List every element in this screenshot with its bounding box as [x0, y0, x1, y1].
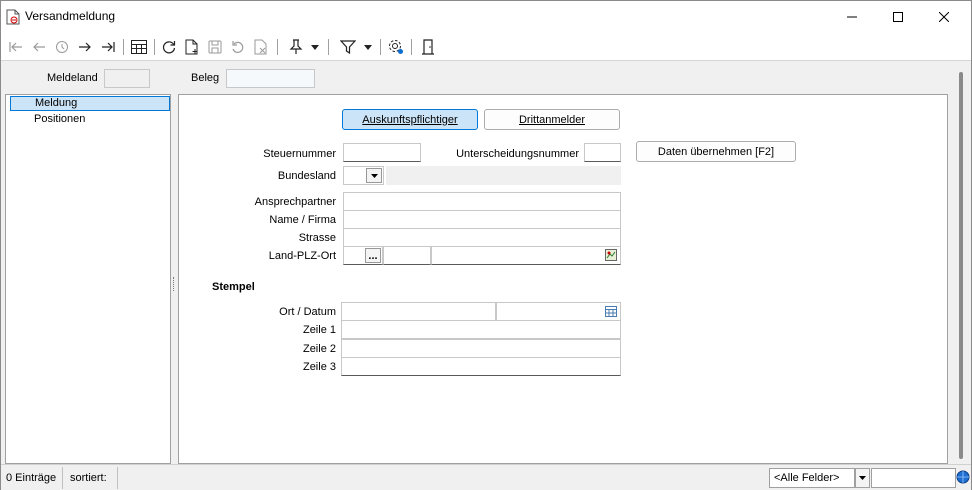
- unterscheidungsnummer-label: Unterscheidungsnummer: [456, 148, 579, 160]
- meldeland-label: Meldeland: [47, 72, 98, 84]
- stempel-datum-input[interactable]: [496, 302, 621, 321]
- ort-datum-label: Ort / Datum: [279, 306, 336, 318]
- tree-item-label: Positionen: [34, 113, 86, 125]
- steuernummer-label: Steuernummer: [263, 148, 336, 160]
- minimize-button[interactable]: [829, 1, 875, 33]
- main-form-pane: Auskunftspflichtiger Drittanmelder Steue…: [178, 94, 948, 464]
- filter-dropdown-icon[interactable]: [361, 37, 375, 57]
- stempel-ort-input[interactable]: [341, 302, 496, 321]
- chevron-down-icon[interactable]: [855, 468, 870, 488]
- beleg-label: Beleg: [191, 72, 220, 84]
- plz-input[interactable]: [383, 246, 431, 265]
- navigation-tree: Meldung Positionen: [5, 94, 171, 464]
- scrollbar-thumb[interactable]: [959, 72, 963, 459]
- meldeland-field[interactable]: [104, 69, 150, 88]
- zeile3-label: Zeile 3: [302, 361, 336, 373]
- app-document-icon: [6, 9, 20, 28]
- land-plz-ort-label: Land-PLZ-Ort: [268, 250, 336, 262]
- toolbar-separator: [277, 39, 278, 55]
- toolbar-separator: [154, 39, 155, 55]
- land-input[interactable]: ...: [343, 246, 383, 265]
- last-record-icon[interactable]: [97, 37, 119, 57]
- unterscheidungsnummer-input[interactable]: [584, 143, 621, 162]
- beleg-field[interactable]: [226, 69, 315, 88]
- ansprechpartner-label: Ansprechpartner: [254, 196, 336, 208]
- close-button[interactable]: [921, 1, 967, 33]
- zeile1-label: Zeile 1: [302, 324, 336, 336]
- maximize-button[interactable]: [875, 1, 921, 33]
- bundesland-select[interactable]: [343, 166, 384, 185]
- table-view-icon[interactable]: [128, 37, 150, 57]
- record-count: 0 Einträge: [1, 467, 63, 489]
- strasse-input[interactable]: [343, 228, 621, 247]
- tree-item-label: Meldung: [35, 97, 78, 109]
- refresh-icon[interactable]: [158, 37, 180, 57]
- previous-record-icon[interactable]: [28, 37, 50, 57]
- field-filter-select[interactable]: <Alle Felder>: [769, 468, 855, 488]
- map-lookup-icon[interactable]: [605, 249, 617, 264]
- zeile3-input[interactable]: [341, 357, 621, 376]
- splitter-handle[interactable]: [173, 277, 175, 291]
- pin-dropdown-icon[interactable]: [308, 37, 322, 57]
- zeile2-input[interactable]: [341, 339, 621, 358]
- bundesland-display: [386, 166, 621, 185]
- toolbar-separator: [380, 39, 381, 55]
- name-firma-input[interactable]: [343, 210, 621, 229]
- bundesland-label: Bundesland: [277, 170, 336, 182]
- toolbar: [1, 33, 971, 61]
- filter-icon[interactable]: [337, 37, 359, 57]
- land-lookup-button[interactable]: ...: [365, 248, 381, 263]
- status-bar: 0 Einträge sortiert: <Alle Felder>: [1, 464, 971, 490]
- quick-search-input[interactable]: [871, 468, 956, 488]
- tree-item-positionen[interactable]: Positionen: [11, 112, 169, 127]
- toolbar-separator: [411, 39, 412, 55]
- calendar-icon[interactable]: [605, 305, 617, 320]
- ort-input[interactable]: [431, 246, 621, 265]
- history-icon[interactable]: [51, 37, 73, 57]
- title-bar: Versandmeldung: [1, 1, 971, 33]
- toolbar-separator: [328, 39, 329, 55]
- exit-door-icon[interactable]: [417, 37, 439, 57]
- zeile2-label: Zeile 2: [302, 343, 336, 355]
- pin-icon[interactable]: [285, 37, 307, 57]
- steuernummer-input[interactable]: [343, 143, 421, 162]
- first-record-icon[interactable]: [5, 37, 27, 57]
- undo-icon[interactable]: [227, 37, 249, 57]
- daten-uebernehmen-button[interactable]: Daten übernehmen [F2]: [636, 141, 796, 162]
- sort-status: sortiert:: [65, 467, 118, 489]
- stempel-heading: Stempel: [212, 281, 255, 293]
- tab-auskunftspflichtiger[interactable]: Auskunftspflichtiger: [342, 109, 478, 130]
- next-record-icon[interactable]: [74, 37, 96, 57]
- strasse-label: Strasse: [298, 232, 336, 244]
- name-firma-label: Name / Firma: [269, 214, 336, 226]
- delete-document-icon[interactable]: [250, 37, 272, 57]
- zeile1-input[interactable]: [341, 320, 621, 339]
- globe-search-icon[interactable]: [956, 470, 970, 484]
- settings-gear-icon[interactable]: [385, 37, 407, 57]
- tab-drittanmelder[interactable]: Drittanmelder: [484, 109, 620, 130]
- toolbar-separator: [123, 39, 124, 55]
- window-title: Versandmeldung: [25, 9, 116, 23]
- vertical-scrollbar[interactable]: [954, 68, 969, 463]
- tree-item-meldung[interactable]: Meldung: [10, 96, 170, 111]
- window: Versandmeldung Meldeland Beleg Meldung P…: [0, 0, 972, 490]
- ansprechpartner-input[interactable]: [343, 192, 621, 211]
- save-icon[interactable]: [204, 37, 226, 57]
- new-document-icon[interactable]: [181, 37, 203, 57]
- chevron-down-icon[interactable]: [366, 168, 382, 183]
